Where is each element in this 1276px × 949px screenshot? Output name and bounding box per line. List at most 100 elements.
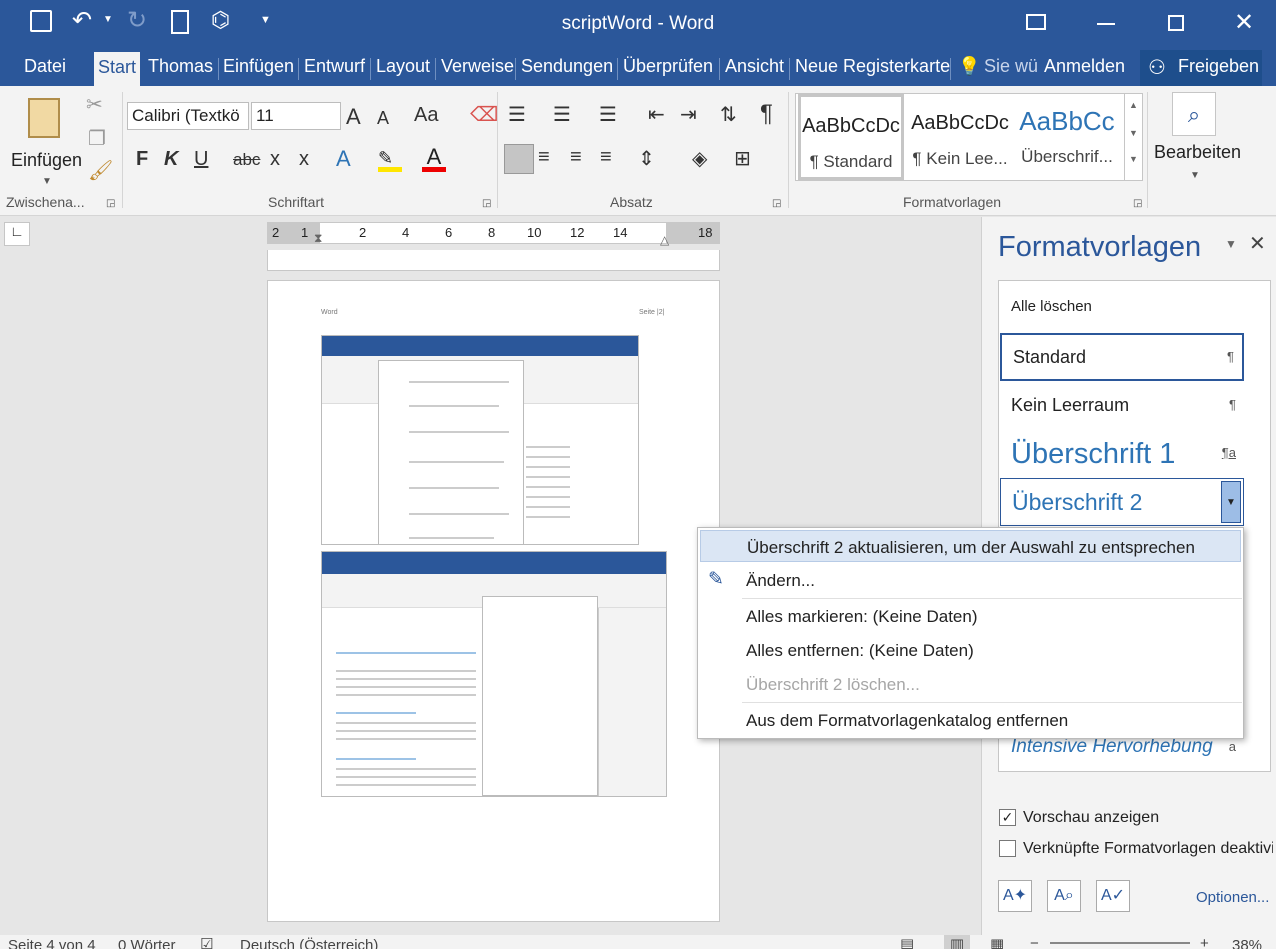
grow-font-button[interactable]: A [346, 104, 361, 130]
clipboard-launcher-icon[interactable]: ◲ [106, 198, 115, 209]
paste-button[interactable]: Einfügen ▼ [6, 92, 84, 188]
gallery-up-icon[interactable]: ▲ [1125, 100, 1142, 110]
shading-icon[interactable]: ◈ [692, 146, 707, 171]
minimize-icon[interactable] [1097, 23, 1115, 25]
share-button[interactable]: ⚇ Freigeben [1140, 50, 1262, 86]
print-layout-icon[interactable]: ▥ [944, 935, 970, 949]
italic-button[interactable]: K [164, 148, 178, 171]
bold-button[interactable]: F [136, 148, 148, 171]
shrink-font-button[interactable]: A [377, 108, 389, 129]
pane-options-dropdown-icon[interactable]: ▼ [1225, 237, 1237, 251]
copy-icon[interactable]: ❐ [88, 126, 106, 151]
menu-item-remove-all[interactable]: Alles entfernen: (Keine Daten) [700, 634, 1241, 666]
subscript-button[interactable]: x [270, 148, 280, 171]
decrease-indent-icon[interactable]: ⇤ [648, 102, 665, 127]
sign-in-link[interactable]: Anmelden [1044, 56, 1125, 77]
page-count[interactable]: Seite 4 von 4 [8, 937, 96, 949]
preview-checkbox[interactable]: ✓ [999, 809, 1016, 826]
ribbon-display-options-icon[interactable] [1026, 14, 1046, 30]
line-spacing-icon[interactable]: ⇕ [638, 146, 655, 171]
horizontal-ruler[interactable]: 2 1 2 4 6 8 10 12 14 18 ⧗ △ [267, 222, 720, 247]
font-size-combo[interactable]: 11 [251, 102, 341, 130]
style-item-ueberschrift-2[interactable]: Überschrift 2 ▼ [1000, 478, 1244, 526]
multilevel-list-icon[interactable]: ☰ [599, 102, 617, 127]
paragraph-launcher-icon[interactable]: ◲ [772, 198, 781, 209]
gallery-scrollbar[interactable]: ▲ ▼ ▼ [1124, 94, 1142, 180]
highlight-icon[interactable]: ✎ [378, 148, 402, 172]
tab-ansicht[interactable]: Ansicht [725, 56, 784, 77]
style-item-standard[interactable]: Standard ¶ [1000, 333, 1244, 381]
styles-launcher-icon[interactable]: ◲ [1133, 198, 1142, 209]
document-page[interactable]: Word Seite |2| [267, 280, 720, 922]
sort-icon[interactable]: ⇅ [720, 102, 737, 127]
superscript-button[interactable]: x [299, 148, 309, 171]
tab-layout[interactable]: Layout [376, 56, 430, 77]
menu-item-remove-from-gallery[interactable]: Aus dem Formatvorlagenkatalog entfernen [700, 704, 1241, 736]
tab-einfuegen[interactable]: Einfügen [223, 56, 294, 77]
style-item-ueberschrift-1[interactable]: Überschrift 1 ¶a [1000, 429, 1244, 477]
indent-marker-icon[interactable]: ⧗ [314, 231, 322, 246]
zoom-level[interactable]: 38% [1232, 937, 1262, 949]
new-style-icon[interactable]: A✦ [998, 880, 1032, 912]
clear-all-item[interactable]: Alle löschen [1000, 291, 1244, 323]
read-mode-icon[interactable]: ▤ [900, 935, 914, 949]
justify-icon[interactable]: ≡ [600, 146, 612, 169]
align-left-button[interactable] [504, 144, 534, 174]
zoom-in-icon[interactable]: + [1200, 935, 1209, 949]
numbering-icon[interactable]: ☰ [553, 102, 571, 127]
menu-item-select-all[interactable]: Alles markieren: (Keine Daten) [700, 600, 1241, 632]
underline-button[interactable]: U [194, 148, 208, 171]
tab-entwurf[interactable]: Entwurf [304, 56, 365, 77]
align-center-icon[interactable]: ≡ [538, 146, 550, 169]
tell-me-input[interactable]: Sie wü [984, 56, 1038, 77]
close-icon[interactable]: ✕ [1234, 8, 1254, 37]
tab-sendungen[interactable]: Sendungen [521, 56, 613, 77]
restore-icon[interactable] [1168, 15, 1184, 31]
right-indent-marker-icon[interactable]: △ [660, 233, 669, 247]
menu-item-update[interactable]: Überschrift 2 aktualisieren, um der Ausw… [700, 530, 1241, 562]
word-count[interactable]: 0 Wörter [118, 937, 176, 949]
zoom-slider[interactable] [1050, 942, 1190, 944]
strikethrough-button[interactable]: abc [233, 150, 260, 170]
clear-formatting-icon[interactable]: ⌫ [470, 102, 498, 127]
font-color-icon[interactable]: A [422, 144, 446, 172]
gallery-style-standard[interactable]: AaBbCcDc ¶ Standard [798, 94, 904, 180]
format-painter-icon[interactable]: 🖌 [88, 158, 113, 183]
tab-thomas[interactable]: Thomas [148, 56, 213, 77]
text-effects-icon[interactable]: A [336, 146, 351, 172]
tab-neue-registerkarte[interactable]: Neue Registerkarte [795, 56, 950, 77]
lightbulb-icon[interactable]: 💡 [958, 56, 980, 77]
edit-button[interactable]: ⌕ Bearbeiten ▼ [1152, 90, 1242, 186]
style-inspector-icon[interactable]: A⌕ [1047, 880, 1081, 912]
tab-ueberpruefen[interactable]: Überprüfen [623, 56, 713, 77]
options-link[interactable]: Optionen... [1196, 889, 1269, 906]
paste-dropdown-icon[interactable]: ▼ [42, 176, 52, 187]
increase-indent-icon[interactable]: ⇥ [680, 102, 697, 127]
pilcrow-icon[interactable]: ¶ [760, 100, 773, 128]
gallery-style-ueberschrift[interactable]: AaBbCc Überschrif... [1014, 94, 1120, 180]
tab-datei[interactable]: Datei [24, 56, 66, 77]
bullets-icon[interactable]: ☰ [508, 102, 526, 127]
language[interactable]: Deutsch (Österreich) [240, 937, 378, 949]
style-item-dropdown-button[interactable]: ▼ [1221, 481, 1241, 523]
zoom-out-icon[interactable]: − [1030, 935, 1039, 949]
manage-styles-icon[interactable]: A✓ [1096, 880, 1130, 912]
menu-item-modify[interactable]: ✎ Ändern... [700, 564, 1241, 596]
style-item-kein-leerraum[interactable]: Kein Leerraum ¶ [1000, 381, 1244, 429]
font-name-combo[interactable]: Calibri (Textkö [127, 102, 249, 130]
gallery-more-icon[interactable]: ▼ [1125, 154, 1142, 164]
tab-selector-icon[interactable]: ∟ [4, 222, 30, 246]
pane-close-icon[interactable]: ✕ [1249, 231, 1266, 256]
tab-verweise[interactable]: Verweise [441, 56, 514, 77]
cut-icon[interactable]: ✂ [86, 92, 103, 117]
proofing-icon[interactable]: ☑ [200, 935, 213, 949]
borders-icon[interactable]: ⊞ [734, 146, 751, 171]
gallery-down-icon[interactable]: ▼ [1125, 128, 1142, 138]
font-launcher-icon[interactable]: ◲ [482, 198, 491, 209]
tab-start[interactable]: Start [94, 52, 141, 86]
linked-styles-checkbox[interactable] [999, 840, 1016, 857]
align-right-icon[interactable]: ≡ [570, 146, 582, 169]
change-case-button[interactable]: Aa [414, 104, 438, 127]
gallery-style-kein-leerraum[interactable]: AaBbCcDc ¶ Kein Lee... [907, 94, 1013, 180]
web-layout-icon[interactable]: ▦ [990, 935, 1004, 949]
